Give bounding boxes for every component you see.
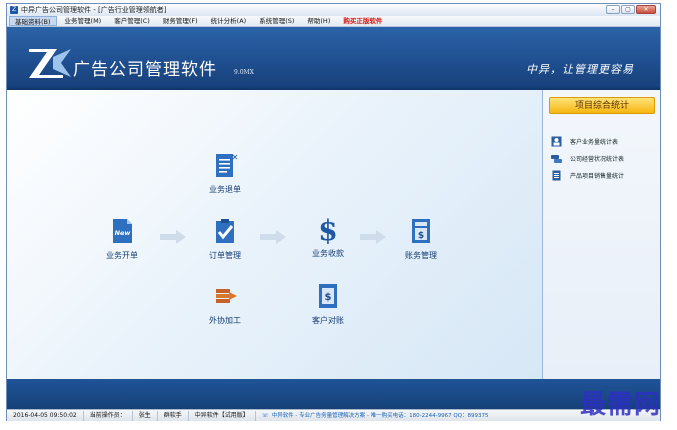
tile-label: 业务开单 <box>106 251 138 260</box>
window-title: 中异广告公司管理软件 - [广告行业管理领航者] <box>21 6 167 14</box>
app-window: Z 中异广告公司管理软件 - [广告行业管理领航者] – ▢ ✕ 基础资料(B)… <box>6 3 661 421</box>
menu-system[interactable]: 系统管理(S) <box>254 16 299 26</box>
header-banner: 广告公司管理软件 9.0MX 中异，让管理更容易 <box>7 27 660 90</box>
tile-label: 客户对账 <box>312 316 344 325</box>
tile-refund-order[interactable]: ✕ 业务退单 <box>200 152 250 195</box>
tile-customer-reconcile[interactable]: $ 客户对账 <box>303 283 353 326</box>
svg-text:New: New <box>115 229 132 237</box>
svg-text:$: $ <box>325 292 332 303</box>
version-label: 9.0MX <box>234 69 254 76</box>
cars-icon <box>551 155 562 163</box>
menu-bar: 基础资料(B) 业务管理(M) 客户管理(C) 财务管理(F) 统计分析(A) … <box>7 16 660 27</box>
account-sheet-icon: $ <box>319 284 337 308</box>
status-ad[interactable]: ☏ 中异软件 - 专业广告务量管理解决方案 - 唯一购买电话：180-2244-… <box>256 411 495 421</box>
document-icon <box>552 170 561 181</box>
svg-text:✕: ✕ <box>232 153 238 162</box>
maximize-button[interactable]: ▢ <box>621 5 635 14</box>
info-icon: ☏ <box>261 412 269 419</box>
tile-payment-receipt[interactable]: $ 业务收款 <box>303 214 353 259</box>
svg-text:$: $ <box>418 231 424 241</box>
tile-label: 外协加工 <box>209 316 241 325</box>
person-card-icon <box>551 136 562 147</box>
status-bar: 2016-04-05 09:50:02 当前操作员： 张生 群软手 中异软件【试… <box>7 409 660 421</box>
dollar-icon: $ <box>318 214 338 247</box>
tile-order-management[interactable]: 订单管理 <box>200 218 250 261</box>
stat-label: 客户业务量统计表 <box>570 139 619 146</box>
new-document-icon: New <box>113 219 132 243</box>
menu-business[interactable]: 业务管理(M) <box>60 16 107 26</box>
status-edition: 中异软件【试用版】 <box>189 410 256 421</box>
workflow-area: New 业务开单 ✕ 业务退单 订单管理 外协加工 $ 业务收款 $ 客户对账 … <box>7 90 543 379</box>
brand-name: 广告公司管理软件 <box>73 60 217 80</box>
window-controls: – ▢ ✕ <box>606 5 656 14</box>
tile-label: 业务收款 <box>312 249 344 258</box>
checked-clipboard-icon <box>216 219 234 243</box>
watermark: 最需网 <box>579 390 661 420</box>
tile-accounting[interactable]: $ 账务管理 <box>396 218 446 261</box>
flow-arrow-icon <box>160 230 186 244</box>
stacked-books-icon <box>216 289 237 303</box>
tile-outsourcing[interactable]: 外协加工 <box>200 283 250 326</box>
brand-logo-icon <box>29 49 71 78</box>
menu-buy-license[interactable]: 购买正版软件 <box>338 16 387 26</box>
menu-basic-data[interactable]: 基础资料(B) <box>9 16 57 26</box>
slogan: 中异，让管理更容易 <box>526 63 634 76</box>
minimize-button[interactable]: – <box>606 5 620 14</box>
app-icon: Z <box>10 6 18 14</box>
flow-arrow-icon <box>360 230 386 244</box>
menu-finance[interactable]: 财务管理(F) <box>158 16 203 26</box>
tile-label: 业务退单 <box>209 185 241 194</box>
flow-arrow-icon <box>260 230 286 244</box>
title-bar: Z 中异广告公司管理软件 - [广告行业管理领航者] – ▢ ✕ <box>7 4 660 16</box>
status-operator: 张生 <box>133 410 158 421</box>
statistics-panel: 项目综合统计 客户业务量统计表 公司经营状况统计表 产品项目销售量统计 <box>543 90 660 379</box>
footer-band <box>7 379 660 409</box>
stat-company-operation[interactable]: 公司经营状况统计表 <box>551 152 624 165</box>
menu-statistics[interactable]: 统计分析(A) <box>206 16 252 26</box>
stat-label: 公司经营状况统计表 <box>570 156 625 163</box>
stat-product-sales[interactable]: 产品项目销售量统计 <box>551 169 624 182</box>
panel-header[interactable]: 项目综合统计 <box>549 97 655 114</box>
status-datetime: 2016-04-05 09:50:02 <box>7 410 84 421</box>
close-button[interactable]: ✕ <box>636 5 656 14</box>
status-operator-label: 当前操作员： <box>84 410 133 421</box>
tile-open-business[interactable]: New 业务开单 <box>97 218 147 261</box>
menu-customer[interactable]: 客户管理(C) <box>109 16 155 26</box>
status-dept: 群软手 <box>158 410 189 421</box>
status-ad-text: 中异软件 - 专业广告务量管理解决方案 - 唯一购买电话：180-2244-99… <box>271 412 489 419</box>
stat-customer-volume[interactable]: 客户业务量统计表 <box>551 135 618 148</box>
stat-label: 产品项目销售量统计 <box>570 173 625 180</box>
ledger-icon: $ <box>412 219 430 243</box>
tile-label: 订单管理 <box>209 251 241 260</box>
cancel-document-icon: ✕ <box>216 153 238 177</box>
tile-label: 账务管理 <box>405 251 437 260</box>
menu-help[interactable]: 帮助(H) <box>302 16 335 26</box>
